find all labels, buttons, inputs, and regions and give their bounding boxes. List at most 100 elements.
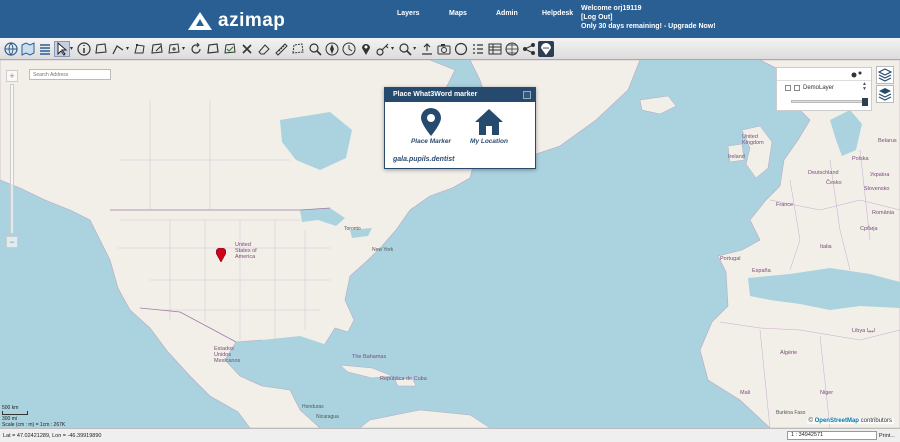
chevron-down-icon[interactable]: ▾ bbox=[126, 45, 129, 52]
what3words-dialog: Place What3Word marker Place Marker My L… bbox=[384, 87, 536, 169]
toolbar-draw-polygon-button[interactable] bbox=[93, 41, 109, 57]
location-marker-icon[interactable] bbox=[216, 248, 226, 262]
toolbar-eraser-button[interactable] bbox=[256, 41, 272, 57]
chevron-down-icon[interactable]: ▾ bbox=[70, 45, 73, 52]
layer-order-arrows-icon[interactable]: ▲ ▼ bbox=[862, 82, 867, 92]
toolbar-globe-button[interactable] bbox=[3, 41, 19, 57]
map-label: Belarus bbox=[878, 138, 897, 144]
toolbar-polygon-button[interactable] bbox=[205, 41, 221, 57]
map-label: Burkina Faso bbox=[776, 410, 806, 416]
azimap-logo[interactable]: azimap bbox=[188, 10, 285, 32]
toolbar-circle-button[interactable] bbox=[453, 41, 469, 57]
map-label: Ireland bbox=[728, 154, 745, 160]
upload-icon bbox=[422, 42, 433, 55]
toolbar-globe-grid-button[interactable] bbox=[504, 41, 520, 57]
user-box: Welcome orj19119 [Log Out] Only 30 days … bbox=[581, 4, 716, 31]
chevron-down-icon[interactable]: ▾ bbox=[413, 45, 416, 52]
toolbar-key-button[interactable] bbox=[375, 41, 391, 57]
layer-name: DemoLayer bbox=[803, 84, 835, 91]
base-layers-button[interactable] bbox=[876, 85, 894, 103]
toolbar-polygon-add-button[interactable] bbox=[166, 41, 182, 57]
toolbar-polygon-edit-button[interactable] bbox=[149, 41, 165, 57]
layer-options-icon[interactable] bbox=[851, 71, 863, 78]
vertex-edit-icon bbox=[134, 43, 145, 53]
toolbar-upload-button[interactable] bbox=[419, 41, 435, 57]
layers-stack-icon bbox=[40, 43, 50, 55]
map-label: Nicaragua bbox=[316, 414, 339, 420]
nav-maps[interactable]: Maps bbox=[449, 10, 467, 17]
search-address-input[interactable] bbox=[29, 69, 111, 80]
toolbar-delete-x-button[interactable] bbox=[239, 41, 255, 57]
scale-select[interactable]: 1 : 34942571 bbox=[787, 431, 877, 440]
nav-helpdesk[interactable]: Helpdesk bbox=[542, 10, 573, 17]
share-icon bbox=[523, 42, 536, 55]
layer-visibility-checkbox[interactable] bbox=[785, 84, 791, 91]
toolbar-share-button[interactable] bbox=[521, 41, 537, 57]
base-layers-icon bbox=[878, 88, 892, 101]
map-canvas[interactable]: United States of America Estados Unidos … bbox=[0, 60, 900, 428]
toolbar-pin-button[interactable] bbox=[358, 41, 374, 57]
scale-bar-line bbox=[2, 411, 28, 415]
map-label: Deutschland bbox=[808, 170, 839, 176]
nav-admin[interactable]: Admin bbox=[496, 10, 518, 17]
layer-row[interactable]: DemoLayer ▲ ▼ bbox=[777, 81, 871, 94]
my-location-button[interactable]: My Location bbox=[459, 108, 519, 145]
print-button[interactable]: Print... bbox=[879, 433, 895, 439]
map-label: Estados Unidos Mexicanos bbox=[214, 346, 241, 364]
layers-toggle-button[interactable] bbox=[876, 66, 894, 84]
zoom-control: + − bbox=[4, 68, 20, 264]
toolbar-list-button[interactable] bbox=[470, 41, 486, 57]
map-label: United Kingdom bbox=[742, 134, 764, 146]
toolbar-zoom-button[interactable] bbox=[397, 41, 413, 57]
toolbar-select-arrow-button[interactable] bbox=[54, 40, 70, 57]
toolbar-draw-line-button[interactable] bbox=[110, 41, 126, 57]
toolbar-book-map-button[interactable] bbox=[20, 41, 36, 57]
map-label: Slovensko bbox=[864, 186, 890, 192]
what3words-address: gala.pupils.dentist bbox=[393, 156, 455, 163]
toolbar-zoom-area-button[interactable] bbox=[307, 41, 323, 57]
map-label: Niger bbox=[820, 390, 834, 396]
place-marker-button[interactable]: Place Marker bbox=[401, 108, 461, 145]
polygon-icon bbox=[207, 42, 219, 54]
map-label: Libya ليبيا bbox=[852, 328, 876, 334]
zoom-slider[interactable] bbox=[10, 84, 14, 234]
toolbar-polygon-check-button[interactable] bbox=[222, 41, 238, 57]
table-icon bbox=[488, 43, 502, 54]
layer-opacity-slider[interactable] bbox=[791, 98, 868, 106]
dialog-title: Place What3Word marker bbox=[385, 88, 535, 102]
polygon-check-icon bbox=[224, 42, 236, 54]
what3words-icon bbox=[541, 42, 552, 55]
toolbar-camera-button[interactable] bbox=[436, 41, 452, 57]
chevron-down-icon[interactable]: ▾ bbox=[391, 45, 394, 52]
zoom-in-button[interactable]: + bbox=[6, 70, 18, 82]
toolbar-vertex-edit-button[interactable] bbox=[132, 41, 148, 57]
map-label: Italia bbox=[820, 244, 832, 250]
openstreetmap-link[interactable]: OpenStreetMap bbox=[815, 418, 859, 424]
pin-icon bbox=[362, 43, 371, 55]
toolbar-layers-stack-button[interactable] bbox=[37, 41, 53, 57]
opacity-slider-knob[interactable] bbox=[862, 98, 868, 106]
measure-area-icon bbox=[292, 42, 304, 54]
toolbar-compass-button[interactable] bbox=[324, 41, 340, 57]
nav-layers[interactable]: Layers bbox=[397, 10, 420, 17]
scale-select-value: 1 : 34942571 bbox=[791, 432, 824, 438]
upgrade-link[interactable]: Only 30 days remaining! - Upgrade Now! bbox=[581, 22, 716, 31]
zoom-out-button[interactable]: − bbox=[6, 236, 18, 248]
toolbar-clock-button[interactable] bbox=[341, 41, 357, 57]
toolbar-table-button[interactable] bbox=[487, 41, 503, 57]
toolbar-what3words-button[interactable] bbox=[538, 40, 555, 57]
dialog-title-text: Place What3Word marker bbox=[393, 91, 478, 98]
map-label: Україна bbox=[870, 172, 890, 178]
logout-link[interactable]: [Log Out] bbox=[581, 13, 716, 22]
clock-icon bbox=[342, 42, 356, 55]
toolbar-ruler-button[interactable] bbox=[273, 41, 289, 57]
book-map-icon bbox=[21, 41, 35, 56]
map-attribution: © OpenStreetMap contributors bbox=[806, 418, 894, 424]
toolbar-refresh-button[interactable] bbox=[188, 41, 204, 57]
map-label: Polska bbox=[852, 156, 869, 162]
toolbar-measure-area-button[interactable] bbox=[290, 41, 306, 57]
chevron-down-icon[interactable]: ▾ bbox=[182, 45, 185, 52]
layer-select-checkbox[interactable] bbox=[794, 84, 800, 91]
toolbar-info-button[interactable] bbox=[76, 41, 92, 57]
close-icon[interactable] bbox=[523, 91, 531, 99]
